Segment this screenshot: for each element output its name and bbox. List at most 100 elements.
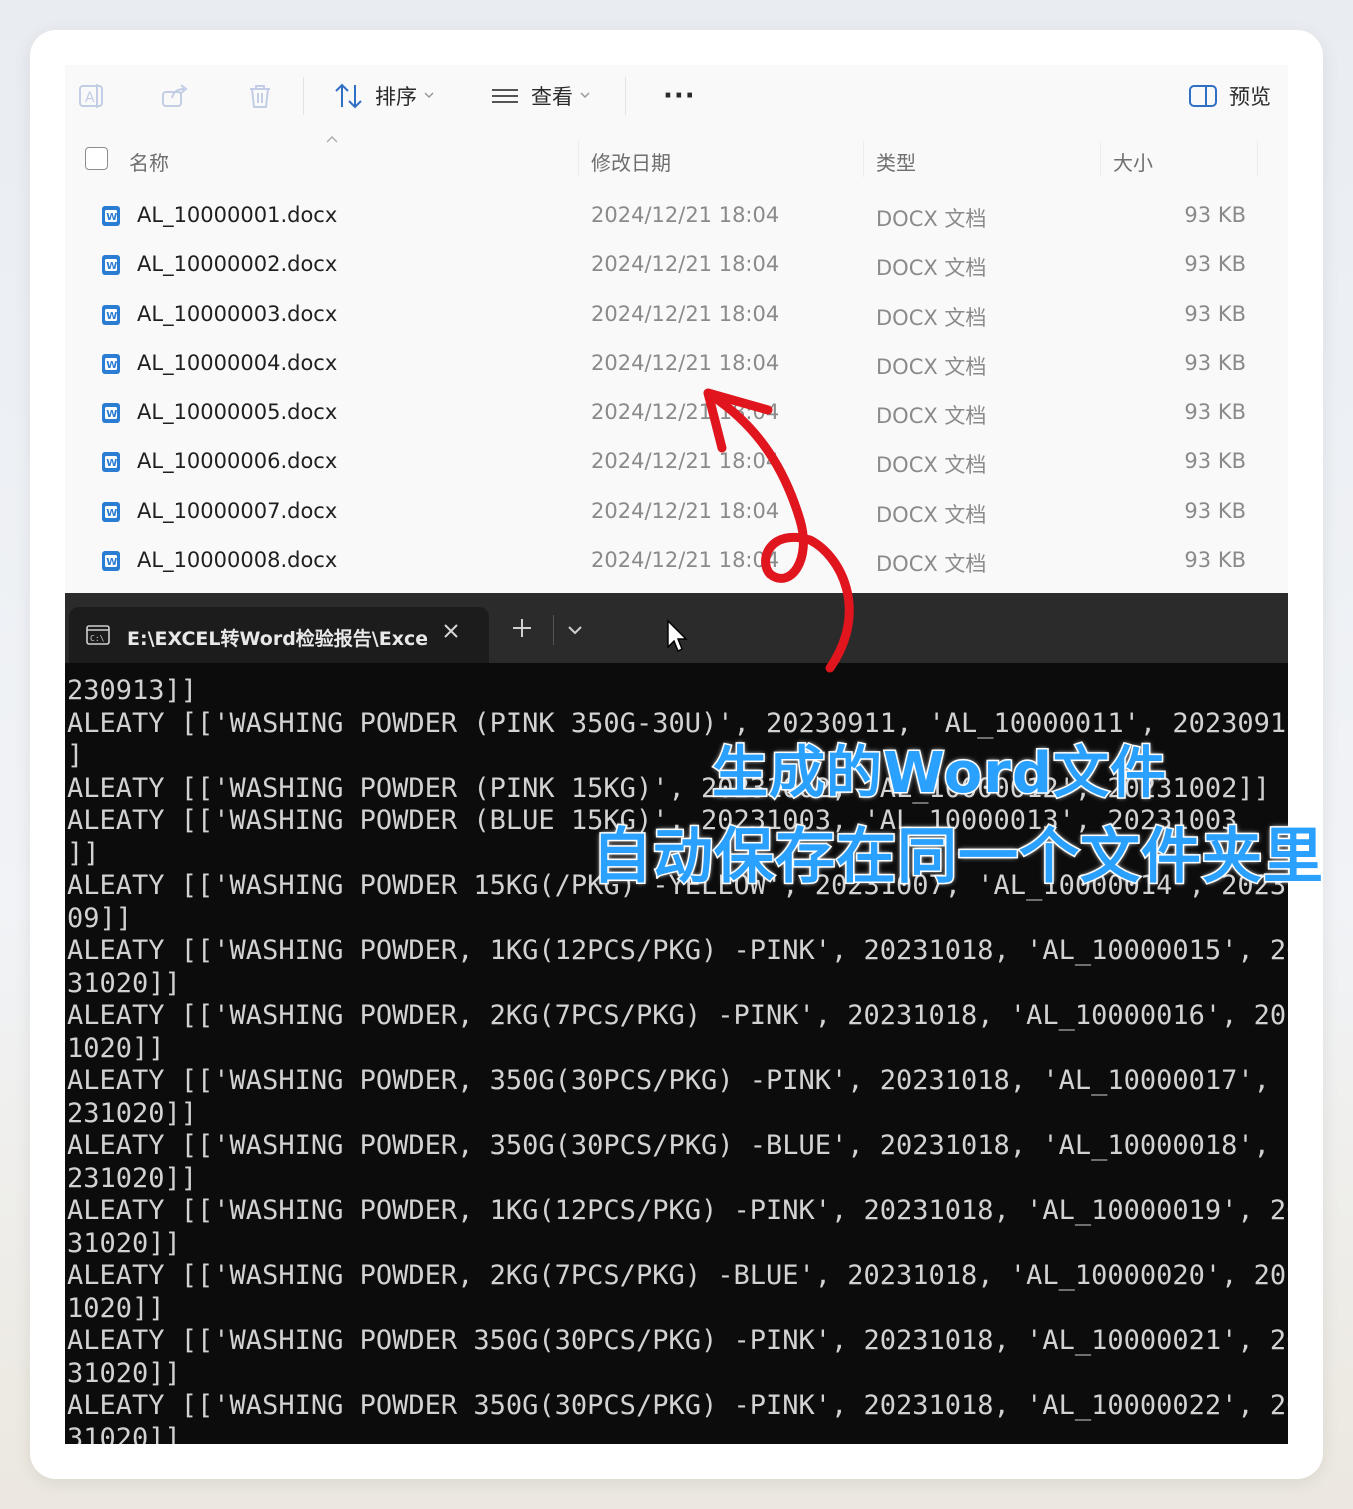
terminal-line: ALEATY [['WASHING POWDER, 2KG(7PCS/PKG) …	[67, 1260, 1288, 1291]
file-explorer: A 排序 查看 ··· 预览 名称 修改日期 类型 大小 W AL_100000…	[65, 65, 1288, 593]
svg-text:W: W	[106, 409, 117, 420]
column-divider[interactable]	[1257, 141, 1258, 177]
file-size: 93 KB	[1184, 203, 1246, 227]
terminal-line: 231020]]	[67, 1097, 198, 1129]
column-divider[interactable]	[578, 141, 579, 177]
column-name[interactable]: 名称	[129, 147, 169, 176]
more-options-button[interactable]: ···	[653, 65, 696, 127]
file-row[interactable]: W AL_10000006.docx 2024/12/21 18:04 DOCX 文档…	[65, 437, 1288, 486]
close-icon[interactable]	[441, 621, 461, 646]
terminal-tab[interactable]: C:\ E:\EXCEL转Word检验报告\Excel	[69, 607, 489, 663]
file-name: AL_10000002.docx	[137, 252, 338, 277]
word-document-icon: W	[101, 254, 121, 276]
file-type: DOCX 文档	[876, 502, 987, 527]
column-size[interactable]: 大小	[1113, 147, 1153, 176]
file-size: 93 KB	[1184, 498, 1246, 523]
svg-text:W: W	[106, 212, 117, 223]
word-document-icon: W	[101, 205, 121, 227]
preview-label: 预览	[1229, 85, 1271, 109]
file-size: 93 KB	[1184, 301, 1246, 326]
terminal-line: 09]]	[67, 902, 133, 934]
toolbar-divider	[625, 77, 626, 115]
console-icon: C:\	[85, 623, 111, 652]
svg-text:W: W	[106, 557, 117, 568]
terminal-line: ALEATY [['WASHING POWDER, 1KG(12PCS/PKG)…	[67, 935, 1288, 966]
column-divider[interactable]	[863, 141, 864, 177]
file-name: AL_10000006.docx	[137, 449, 338, 474]
file-row[interactable]: W AL_10000008.docx 2024/12/21 18:04 DOCX 文档…	[65, 536, 1288, 585]
file-list: W AL_10000001.docx 2024/12/21 18:04 DOCX 文档…	[65, 191, 1288, 585]
file-row[interactable]: W AL_10000007.docx 2024/12/21 18:04 DOCX 文档…	[65, 487, 1288, 536]
file-modified-date: 2024/12/21 18:04	[591, 498, 780, 523]
file-type: DOCX 文档	[876, 256, 987, 281]
terminal-line: 1020]]	[67, 1292, 165, 1324]
select-all-checkbox[interactable]	[85, 147, 108, 170]
file-type: DOCX 文档	[876, 354, 987, 379]
column-date[interactable]: 修改日期	[591, 147, 671, 176]
new-tab-button[interactable]	[511, 617, 533, 644]
rename-button[interactable]: A	[77, 65, 107, 127]
terminal-window: C:\ E:\EXCEL转Word检验报告\Excel 230913]] ALEA…	[65, 593, 1288, 1444]
terminal-line: 1020]]	[67, 1032, 165, 1064]
file-type: DOCX 文档	[876, 552, 987, 577]
file-row[interactable]: W AL_10000001.docx 2024/12/21 18:04 DOCX 文档…	[65, 191, 1288, 240]
file-row[interactable]: W AL_10000005.docx 2024/12/21 18:04 DOCX 文档…	[65, 388, 1288, 437]
file-size: 93 KB	[1184, 350, 1246, 375]
file-name: AL_10000004.docx	[137, 350, 338, 375]
file-name: AL_10000008.docx	[137, 548, 338, 573]
chevron-down-icon	[579, 87, 591, 105]
view-button[interactable]: 查看	[489, 65, 591, 127]
svg-text:W: W	[106, 508, 117, 519]
terminal-tabbar: C:\ E:\EXCEL转Word检验报告\Excel	[65, 593, 1288, 663]
preview-pane-button[interactable]: 预览	[1187, 65, 1271, 127]
delete-button[interactable]	[245, 65, 275, 127]
file-name: AL_10000001.docx	[137, 203, 338, 227]
word-document-icon: W	[101, 304, 121, 326]
sort-button[interactable]: 排序	[333, 65, 435, 127]
terminal-line: 31020]]	[67, 1227, 181, 1259]
svg-text:W: W	[106, 458, 117, 469]
sort-label: 排序	[375, 85, 417, 109]
explorer-toolbar: A 排序 查看 ··· 预览	[65, 65, 1288, 127]
file-size: 93 KB	[1184, 252, 1246, 277]
column-divider[interactable]	[1100, 141, 1101, 177]
share-icon	[160, 81, 190, 111]
file-size: 93 KB	[1184, 449, 1246, 474]
file-type: DOCX 文档	[876, 207, 987, 231]
sort-icon	[333, 81, 365, 111]
svg-text:A: A	[85, 90, 95, 106]
word-document-icon: W	[101, 550, 121, 572]
terminal-tab-title: E:\EXCEL转Word检验报告\Excel	[127, 628, 427, 650]
file-modified-date: 2024/12/21 18:04	[591, 400, 780, 425]
svg-text:W: W	[106, 311, 117, 322]
terminal-line: ALEATY [['WASHING POWDER, 1KG(12PCS/PKG)…	[67, 1195, 1288, 1226]
file-modified-date: 2024/12/21 18:04	[591, 350, 780, 375]
mouse-cursor-icon	[665, 619, 689, 658]
toolbar-divider	[303, 77, 304, 115]
word-document-icon: W	[101, 501, 121, 523]
preview-pane-icon	[1187, 82, 1219, 110]
view-label: 查看	[531, 85, 573, 109]
file-row[interactable]: W AL_10000004.docx 2024/12/21 18:04 DOCX 文档…	[65, 339, 1288, 388]
file-modified-date: 2024/12/21 18:04	[591, 548, 780, 573]
view-list-icon	[489, 81, 521, 111]
terminal-line: ALEATY [['WASHING POWDER, 350G(30PCS/PKG…	[67, 1065, 1288, 1096]
word-document-icon: W	[101, 353, 121, 375]
file-type: DOCX 文档	[876, 404, 987, 429]
terminal-line: ALEATY [['WASHING POWDER 350G(30PCS/PKG)…	[67, 1390, 1288, 1421]
file-type: DOCX 文档	[876, 453, 987, 478]
file-row[interactable]: W AL_10000003.docx 2024/12/21 18:04 DOCX 文档…	[65, 290, 1288, 339]
chevron-down-icon[interactable]	[565, 623, 585, 642]
share-button[interactable]	[160, 65, 190, 127]
column-type[interactable]: 类型	[876, 147, 916, 176]
file-name: AL_10000005.docx	[137, 400, 338, 425]
file-name: AL_10000003.docx	[137, 301, 338, 326]
column-header: 名称 修改日期 类型 大小	[65, 127, 1288, 191]
file-row[interactable]: W AL_10000002.docx 2024/12/21 18:04 DOCX 文档…	[65, 240, 1288, 289]
chevron-down-icon	[423, 87, 435, 105]
file-modified-date: 2024/12/21 18:04	[591, 252, 780, 277]
word-document-icon: W	[101, 451, 121, 473]
rename-icon: A	[77, 81, 107, 111]
svg-text:W: W	[106, 360, 117, 371]
file-modified-date: 2024/12/21 18:04	[591, 203, 780, 227]
